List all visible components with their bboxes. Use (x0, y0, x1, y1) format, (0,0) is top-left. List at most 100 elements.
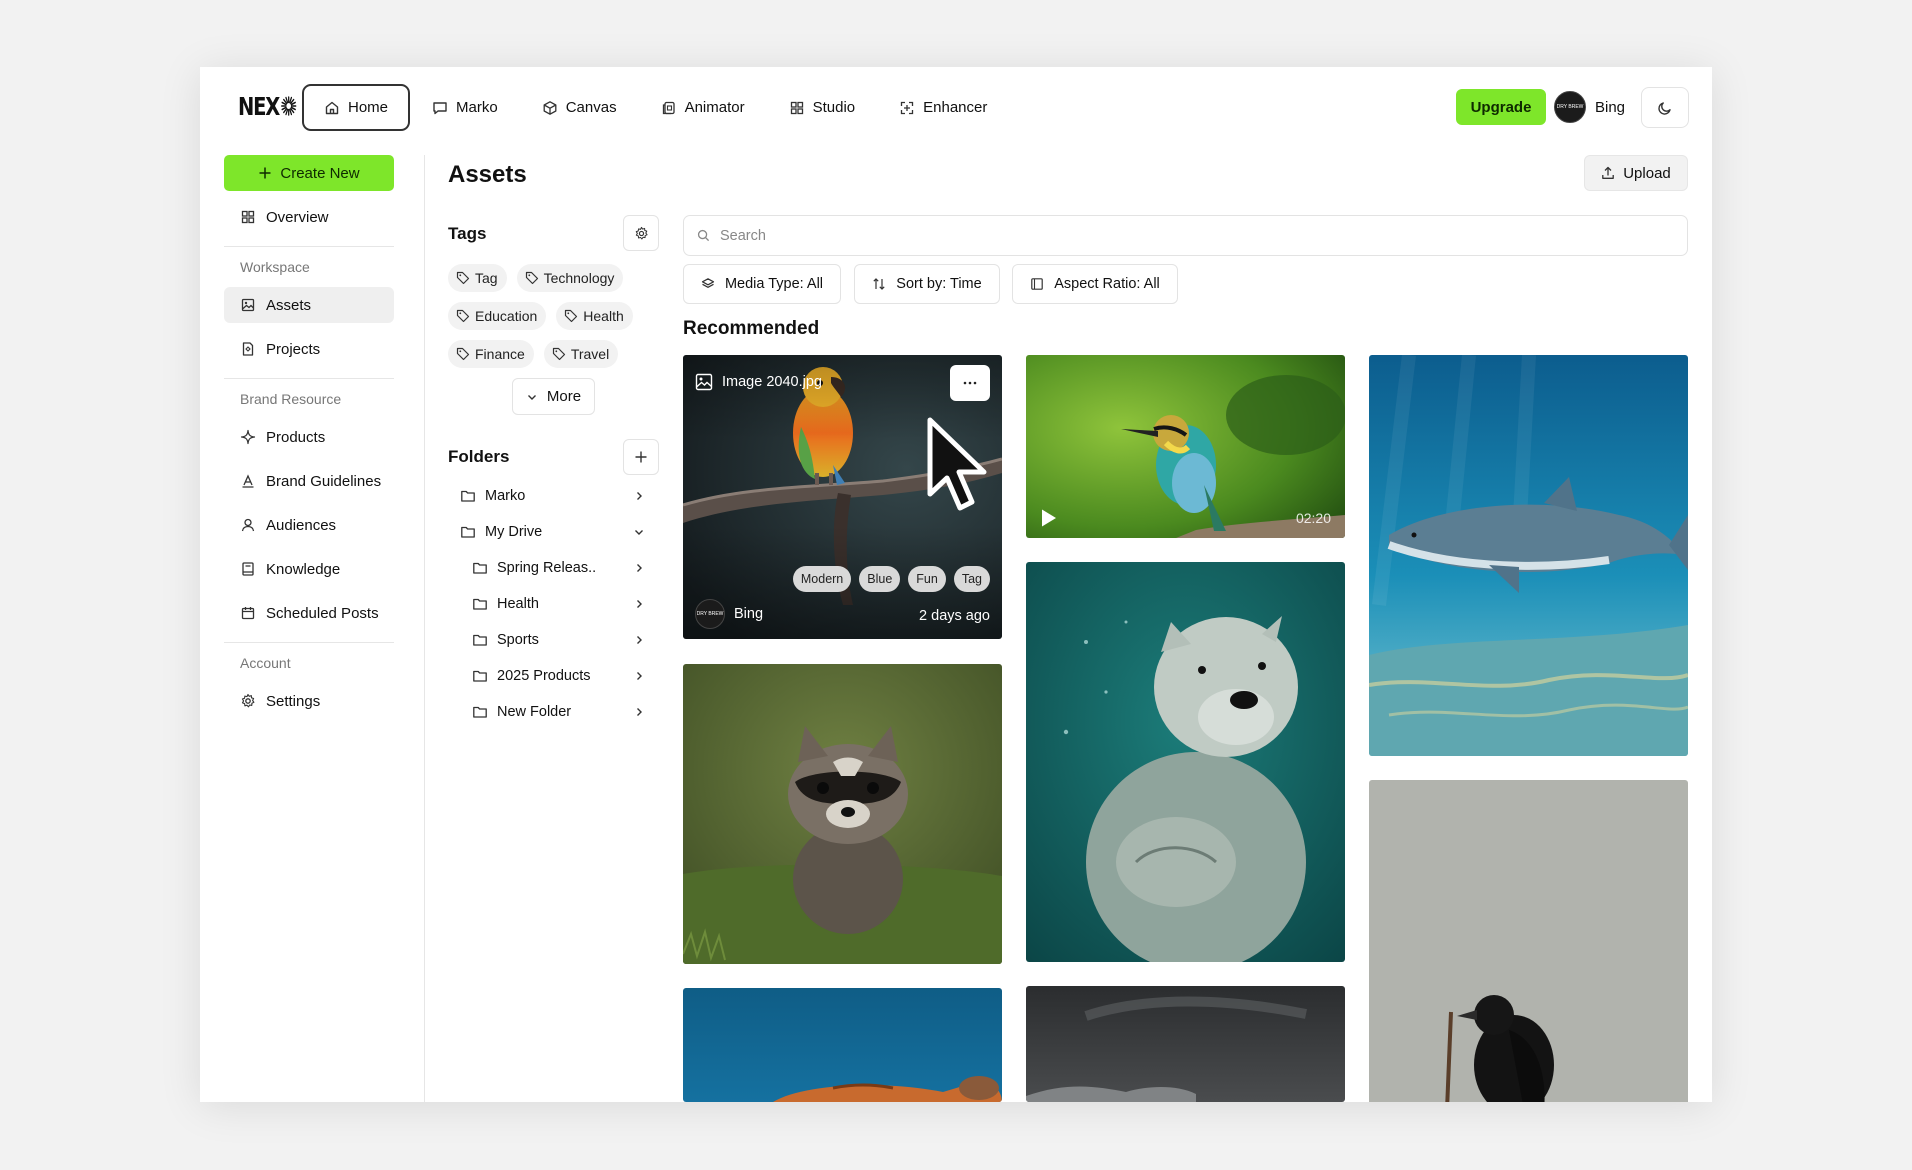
asset-card[interactable]: 02:20 (1026, 355, 1345, 538)
card-tag[interactable]: Fun (908, 566, 946, 592)
cube-icon (543, 100, 557, 115)
text-style-icon (242, 474, 254, 488)
user-menu[interactable]: DRY BREW Bing (1554, 91, 1625, 123)
tag-icon (525, 271, 538, 285)
logo[interactable]: NEX (238, 90, 297, 122)
asset-card[interactable] (1369, 355, 1688, 756)
theme-toggle-button[interactable] (1641, 87, 1689, 128)
sidebar-item-assets[interactable]: Assets (224, 287, 394, 323)
avatar: DRY BREW (695, 599, 725, 629)
asset-card[interactable] (1026, 986, 1345, 1102)
chevron-right-icon[interactable] (632, 633, 646, 647)
gear-icon (241, 693, 255, 708)
nav-tab-canvas[interactable]: Canvas (520, 84, 639, 131)
turtle-image (683, 988, 1002, 1102)
chevron-down-icon[interactable] (632, 525, 646, 539)
grid-icon (790, 101, 803, 114)
sidebar-item-settings[interactable]: Settings (224, 683, 394, 719)
folder-item-marko[interactable]: Marko (460, 484, 525, 508)
folder-label: Health (497, 596, 539, 612)
more-tags-button[interactable]: More (512, 378, 595, 415)
tags-title: Tags (448, 224, 487, 243)
create-new-button[interactable]: Create New (224, 155, 394, 191)
folder-item-sports[interactable]: Sports (472, 628, 539, 652)
sidebar-item-overview[interactable]: Overview (224, 199, 394, 235)
asset-card[interactable] (683, 988, 1002, 1102)
card-owner: DRY BREW Bing (695, 599, 763, 629)
folder-icon (461, 490, 475, 502)
folder-icon (473, 670, 487, 682)
chevron-right-icon[interactable] (632, 669, 646, 683)
filter-label: Sort by: Time (896, 276, 982, 292)
mouse-cursor-icon (927, 417, 987, 511)
card-title: Image 2040.jpg (695, 373, 822, 391)
sidebar: Create New Overview Workspace Assets Pro… (224, 155, 394, 719)
chevron-right-icon[interactable] (632, 705, 646, 719)
chevron-right-icon[interactable] (632, 489, 646, 503)
upgrade-button[interactable]: Upgrade (1456, 89, 1546, 125)
asset-card[interactable] (683, 664, 1002, 964)
folder-item-health[interactable]: Health (472, 592, 539, 616)
folder-item-2025-products[interactable]: 2025 Products (472, 664, 591, 688)
folder-item-spring-releases[interactable]: Spring Releas.. (472, 556, 596, 580)
sparkle-icon (240, 429, 256, 445)
sidebar-item-brand-guidelines[interactable]: Brand Guidelines (224, 463, 394, 499)
card-tag[interactable]: Modern (792, 566, 852, 592)
upload-icon (1602, 166, 1615, 179)
chevron-right-icon[interactable] (632, 597, 646, 611)
card-menu-button[interactable] (950, 365, 990, 401)
folder-item-my-drive[interactable]: My Drive (460, 520, 542, 544)
tags-settings-button[interactable] (623, 215, 659, 251)
shark-image (1369, 355, 1688, 756)
sidebar-item-products[interactable]: Products (224, 419, 394, 455)
calendar-icon (241, 607, 255, 620)
tag-chip[interactable]: Health (556, 302, 633, 330)
folder-label: Marko (485, 488, 526, 504)
sidebar-item-audiences[interactable]: Audiences (224, 507, 394, 543)
nav-tab-animator[interactable]: Animator (639, 84, 767, 131)
nav-tab-label: Enhancer (923, 99, 988, 116)
add-folder-button[interactable] (623, 439, 659, 475)
sidebar-item-knowledge[interactable]: Knowledge (224, 551, 394, 587)
card-title-text: Image 2040.jpg (722, 374, 822, 390)
logo-burst-icon (280, 96, 297, 116)
tag-chip[interactable]: Education (448, 302, 547, 330)
card-tag[interactable]: Blue (859, 566, 901, 592)
sidebar-item-label: Projects (266, 340, 321, 358)
asset-card[interactable] (1369, 780, 1688, 1102)
sidebar-item-projects[interactable]: Projects (224, 331, 394, 367)
sidebar-item-label: Products (266, 428, 326, 446)
tag-label: Education (475, 308, 538, 324)
play-icon[interactable] (1040, 508, 1058, 528)
nav-tab-studio[interactable]: Studio (767, 84, 878, 131)
frames-icon (662, 101, 675, 114)
asset-card[interactable] (1026, 562, 1345, 962)
sidebar-item-scheduled-posts[interactable]: Scheduled Posts (224, 595, 394, 631)
media-type-filter[interactable]: Media Type: All (683, 264, 841, 304)
folder-icon (473, 634, 487, 646)
tag-label: Health (583, 308, 624, 324)
tag-chip[interactable]: Tag (448, 264, 507, 292)
tag-icon (456, 309, 470, 323)
tag-chip[interactable]: Finance (448, 340, 534, 368)
filter-label: Media Type: All (724, 276, 824, 292)
nav-tab-label: Studio (812, 99, 856, 116)
aspect-ratio-icon (1031, 278, 1044, 290)
upload-button[interactable]: Upload (1584, 155, 1688, 191)
tag-chip[interactable]: Travel (543, 340, 619, 368)
divider (224, 378, 394, 379)
tag-label: Technology (543, 270, 615, 286)
nav-tab-label: Animator (684, 99, 745, 116)
search-input[interactable]: Search (683, 215, 1688, 256)
folder-icon (473, 562, 487, 574)
dark-landscape-image (1026, 986, 1345, 1102)
aspect-ratio-filter[interactable]: Aspect Ratio: All (1012, 264, 1178, 304)
tag-chip[interactable]: Technology (516, 264, 624, 292)
card-tag[interactable]: Tag (953, 566, 990, 592)
folder-item-new-folder[interactable]: New Folder (472, 700, 571, 724)
chevron-right-icon[interactable] (632, 561, 646, 575)
nav-tab-home[interactable]: Home (302, 84, 411, 131)
nav-tab-enhancer[interactable]: Enhancer (877, 84, 1009, 131)
nav-tab-marko[interactable]: Marko (410, 84, 520, 131)
sort-filter[interactable]: Sort by: Time (854, 264, 1000, 304)
